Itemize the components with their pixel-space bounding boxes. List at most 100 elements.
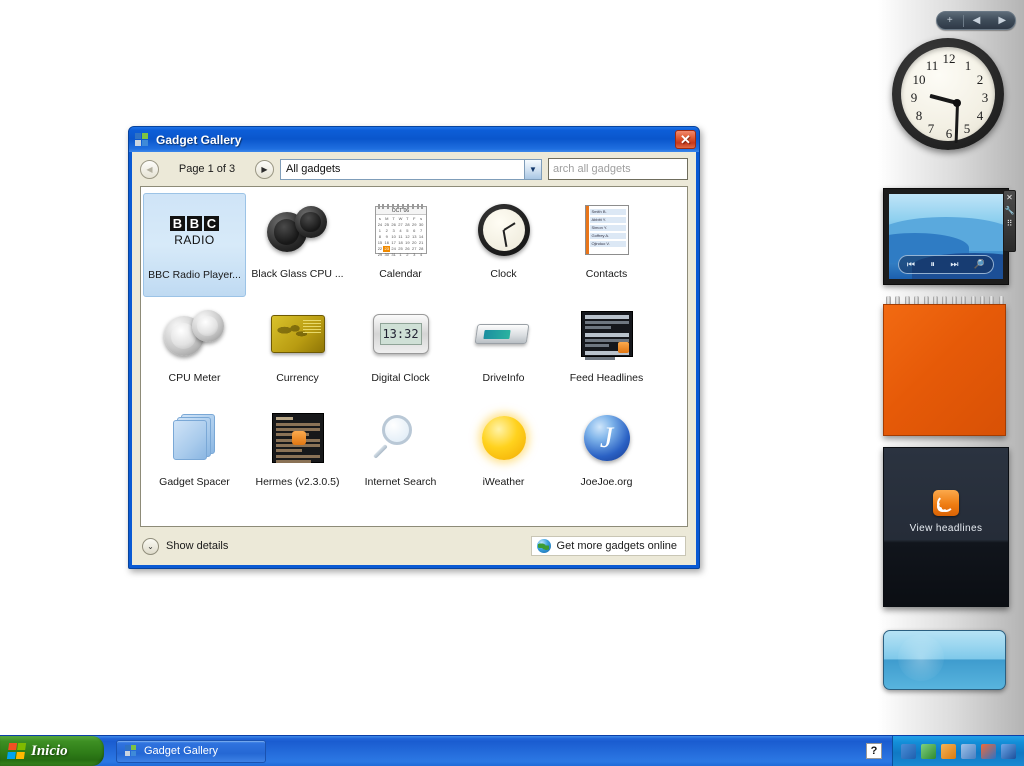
taskbar-item-gadget-gallery[interactable]: Gadget Gallery [116,739,266,763]
gadget-label: Hermes (v2.3.0.5) [255,476,340,488]
show-details-button[interactable]: ⌄ Show details [142,537,229,555]
gallery-toolbar: ◀ Page 1 of 3 ▶ All gadgets ▼ arch all g… [132,152,696,186]
contacts-icon: Smith B. Abbitt Y. Simon Y. Goffrey A. O… [574,198,640,262]
drag-handle-icon[interactable]: ⠿ [1007,220,1013,228]
gadget-item-contacts[interactable]: Smith B. Abbitt Y. Simon Y. Goffrey A. O… [555,193,658,297]
help-icon[interactable]: ? [866,743,882,759]
xear3d-icon[interactable] [1001,743,1016,759]
sidebar-icon[interactable] [901,743,916,759]
clock-numeral-10: 10 [912,72,926,87]
gadget-item-hermes[interactable]: Hermes (v2.3.0.5) [246,401,349,505]
gadget-item-black-glass-cpu[interactable]: Black Glass CPU ... [246,193,349,297]
sidebar-controls: + ◀ ▶ [936,11,1016,30]
chevron-down-icon[interactable]: ⌄ [142,537,159,555]
search-input[interactable]: arch all gadgets [548,158,688,180]
contact-name: Smith B. [589,209,626,215]
slideshow-next-button[interactable]: ⏭ [950,259,958,270]
sidebar-gadget-slideshow[interactable]: ⏮ ⏸ ⏭ 🔎 ✕ 🔧 ⠿ [883,188,1016,285]
previous-page-button[interactable]: ◀ [140,159,159,179]
gadget-item-driveinfo[interactable]: DriveInfo [452,297,555,401]
clock-minute-hand [954,102,959,144]
globe-icon [536,539,551,553]
clock-numeral-12: 12 [942,51,956,66]
hermes-icon [265,406,331,470]
sidebar-prev-button[interactable]: ◀ [964,12,990,29]
category-dropdown[interactable]: All gadgets ▼ [280,158,542,180]
gadget-item-feed-headlines[interactable]: Feed Headlines [555,297,658,401]
clock-numeral-5: 5 [963,121,971,136]
java-icon[interactable] [941,743,956,759]
chevron-down-icon[interactable]: ▼ [524,159,541,179]
clock-numeral-9: 9 [910,90,918,105]
get-more-gadgets-online-link[interactable]: Get more gadgets online [530,536,686,556]
task-button-list: Gadget Gallery [116,739,266,763]
category-dropdown-value: All gadgets [286,163,341,175]
clock-dial: 12 1 2 3 4 5 6 7 8 9 10 11 [901,47,995,144]
cpu-meter-icon [162,302,228,366]
slideshow-previous-button[interactable]: ⏮ [907,259,915,270]
clock-numeral-2: 2 [976,72,984,87]
show-details-label: Show details [166,540,229,552]
slideshow-pause-button[interactable]: ⏸ [930,259,935,270]
gadget-item-gadget-spacer[interactable]: Gadget Spacer [143,401,246,505]
sidebar-next-button[interactable]: ▶ [989,12,1015,29]
joejoe-icon: J [574,406,640,470]
desktop[interactable]: + ◀ ▶ 12 1 2 3 4 5 6 7 8 9 10 11 ⏮ ⏸ ⏭ 🔎… [0,0,1024,735]
bbc-letter: B [170,215,185,231]
contact-name: Ojinduo V. [589,241,626,247]
bbc-letter: C [204,215,219,231]
sidebar-add-gadget-button[interactable]: + [937,12,963,29]
calendar-grid: sMTWTFs 24 25 26 27 28 29 30 1234567 8 9 10 11 12 1… [377,216,424,257]
gadget-item-bbc-radio-player[interactable]: B B C RADIO BBC Radio Player... [143,193,246,297]
gadget-label: Black Glass CPU ... [251,268,344,280]
notes-paper[interactable] [883,304,1006,436]
weather-panel [883,630,1006,690]
next-page-button[interactable]: ▶ [255,159,274,179]
sidebar-header: + ◀ ▶ [936,11,1016,30]
contact-name: Abbitt Y. [589,217,626,223]
gadget-item-internet-search[interactable]: Internet Search [349,401,452,505]
gadget-label: Contacts [585,268,628,280]
security-icon[interactable] [921,743,936,759]
gadget-label: iWeather [482,476,525,488]
slideshow-view-button[interactable]: 🔎 [974,259,985,270]
contact-name: Simon Y. [589,225,626,231]
gadget-grid-row: Gadget Spacer Hermes (v2.3.0.5) Internet… [143,401,685,505]
system-tray-area: ? [866,735,1024,766]
clock-icon [471,198,537,262]
gadget-grid: B B C RADIO BBC Radio Player... Black Gl… [140,186,688,527]
gadget-gallery-window[interactable]: Gadget Gallery ✕ ◀ Page 1 of 3 ▶ All gad… [128,126,700,569]
black-glass-cpu-icon [265,198,331,262]
taskbar: Inicio Gadget Gallery ? [0,735,1024,766]
gadget-item-iweather[interactable]: iWeather [452,401,555,505]
network-icon[interactable] [961,743,976,759]
gadget-item-calendar[interactable]: OCT 06 sMTWTFs 24 25 26 27 28 29 30 1234567 89… [349,193,452,297]
screen: + ◀ ▶ 12 1 2 3 4 5 6 7 8 9 10 11 ⏮ ⏸ ⏭ 🔎… [0,0,1024,766]
gadget-label: CPU Meter [168,372,221,384]
gadget-item-clock[interactable]: Clock [452,193,555,297]
close-button[interactable]: ✕ [675,130,696,149]
gadget-item-cpu-meter[interactable]: CPU Meter [143,297,246,401]
windows-flag-icon [6,743,27,759]
view-headlines-label[interactable]: View headlines [910,523,983,534]
sidebar-gadget-notes[interactable] [883,296,1009,439]
windows-icon[interactable] [981,743,996,759]
notification-area [892,735,1024,766]
page-indicator: Page 1 of 3 [178,163,236,175]
gadget-item-currency[interactable]: Currency [246,297,349,401]
sidebar-gadget-feed-headlines[interactable]: View headlines [883,447,1013,610]
start-button[interactable]: Inicio [0,736,104,766]
clock-numeral-4: 4 [976,108,984,123]
wrench-icon[interactable]: 🔧 [1005,207,1015,215]
gadget-label: Calendar [379,268,422,280]
sidebar-gadget-weather[interactable] [883,630,1009,694]
gadget-item-joejoe[interactable]: J JoeJoe.org [555,401,658,505]
start-button-label: Inicio [31,742,68,759]
close-icon[interactable]: ✕ [1006,194,1013,202]
bbc-letter: B [187,215,202,231]
gadget-item-digital-clock[interactable]: 13:32 Digital Clock [349,297,452,401]
window-titlebar[interactable]: Gadget Gallery ✕ [129,127,699,152]
feed-headlines-icon [574,302,640,366]
sidebar-gadget-clock[interactable]: 12 1 2 3 4 5 6 7 8 9 10 11 [883,38,1013,168]
gadget-gallery-icon [135,132,150,147]
